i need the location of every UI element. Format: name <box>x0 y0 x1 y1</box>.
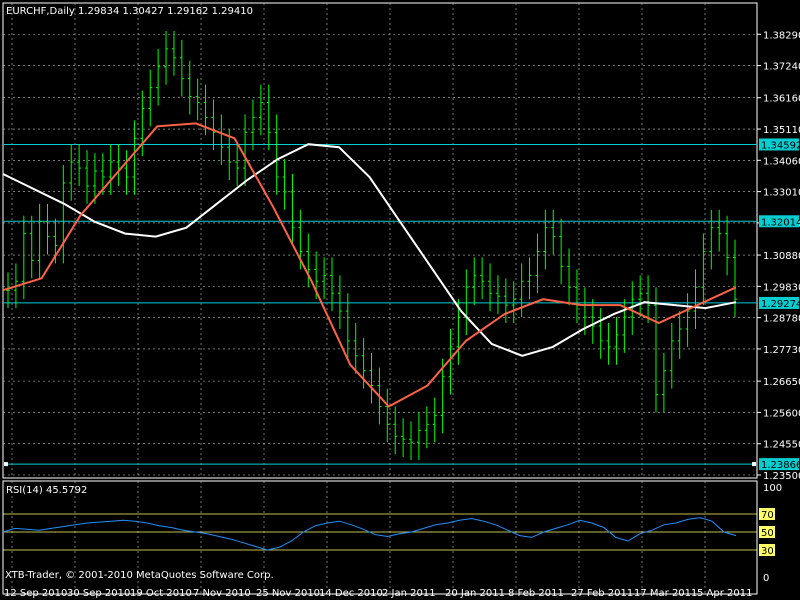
chart-canvas[interactable]: 12 Sep 2010 30 Sep 2010 19 Oct 2010 7 Nov 2… <box>0 0 800 600</box>
rsi-title: RSI(14) 45.5792 <box>6 485 87 496</box>
ma-fast-line <box>2 122 737 408</box>
y-tick-label: 1.37240 <box>763 62 800 73</box>
y-tick-label: 1.38290 <box>763 30 800 41</box>
line-handle[interactable] <box>752 462 756 467</box>
x-tick-label: 19 Oct 2010 <box>130 588 192 599</box>
x-tick-label: 8 Feb 2011 <box>508 588 564 599</box>
price-line-label: 1.34592 <box>761 140 800 151</box>
x-tick-label: 25 Nov 2010 <box>256 588 320 599</box>
rsi-tick-label: 70 <box>761 510 774 521</box>
y-tick-label: 1.25600 <box>763 408 800 419</box>
price-line-label: 1.32014 <box>761 217 800 228</box>
x-tick-label: 27 Feb 2011 <box>571 588 633 599</box>
x-tick-label: 17 Mar 2011 <box>634 588 697 599</box>
line-handle[interactable] <box>4 462 8 467</box>
rsi-tick-label: 50 <box>761 528 774 539</box>
x-tick-label: 12 Sep 2010 <box>4 588 67 599</box>
x-tick-label: 14 Dec 2010 <box>319 588 383 599</box>
rsi-tick-label: 30 <box>761 546 774 557</box>
y-tick-label: 1.29830 <box>763 282 800 293</box>
x-tick-label: 2 Jan 2011 <box>382 588 436 599</box>
y-tick-label: 1.35110 <box>763 125 800 136</box>
y-tick-label: 1.23500 <box>763 471 800 482</box>
y-tick-label: 1.24550 <box>763 440 800 451</box>
y-tick-label: 1.26650 <box>763 377 800 388</box>
rsi-tick-label: 0 <box>763 573 769 584</box>
y-tick-label: 1.28780 <box>763 314 800 325</box>
x-tick-label: 20 Jan 2011 <box>445 588 505 599</box>
copyright-text: XTB-Trader, © 2001-2010 MetaQuotes Softw… <box>5 570 274 581</box>
y-tick-label: 1.34060 <box>763 156 800 167</box>
chart-window[interactable]: 12 Sep 2010 30 Sep 2010 19 Oct 2010 7 Nov 2… <box>0 0 800 600</box>
x-tick-label: 5 Apr 2011 <box>697 588 752 599</box>
y-tick-label: 1.33010 <box>763 188 800 199</box>
x-tick-label: 7 Nov 2010 <box>193 588 251 599</box>
chart-header: EURCHF,Daily 1.29834 1.30427 1.29162 1.2… <box>6 6 253 17</box>
rsi-line <box>2 517 737 551</box>
ma-slow-line <box>2 143 737 357</box>
y-tick-label: 1.30880 <box>763 251 800 262</box>
rsi-tick-label: 100 <box>763 483 782 494</box>
price-line-label: 1.29274 <box>761 299 800 310</box>
x-tick-label: 30 Sep 2010 <box>67 588 130 599</box>
y-tick-label: 1.36160 <box>763 94 800 105</box>
price-line-label: 1.23866 <box>761 460 800 471</box>
y-tick-label: 1.27730 <box>763 345 800 356</box>
